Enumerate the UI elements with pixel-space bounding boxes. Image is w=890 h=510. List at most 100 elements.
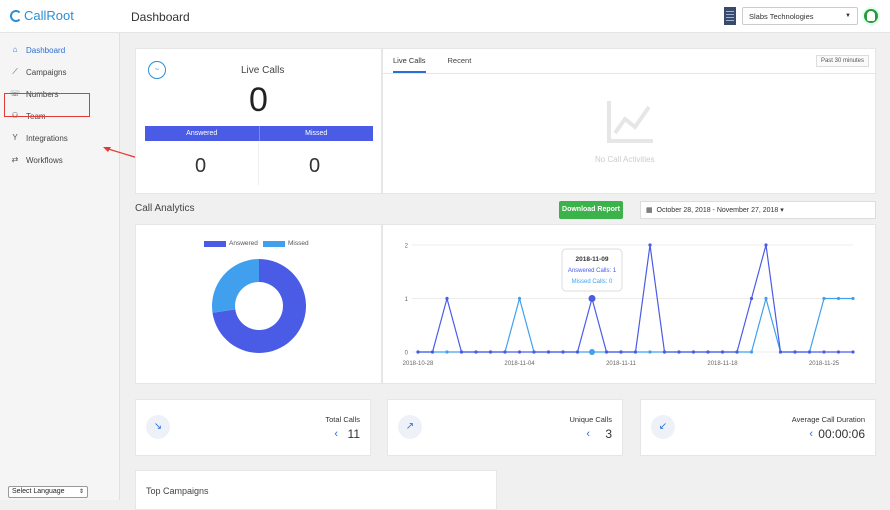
sidebar-item-campaigns[interactable]: ⟋ Campaigns [0,61,119,83]
x-tick-label: 2018-10-28 [403,361,434,367]
language-select-label: Select Language [12,488,65,495]
data-point[interactable] [749,350,754,354]
user-icon [867,11,875,21]
language-select[interactable]: Select Language ⇕ [8,486,88,498]
data-point[interactable] [720,350,725,354]
top-bar: CallRoot Dashboard Slabs Technologies ▼ [0,0,890,33]
data-point[interactable] [836,350,841,354]
data-point[interactable] [822,296,826,301]
data-point[interactable] [735,350,739,354]
data-point[interactable] [503,350,507,354]
data-point[interactable] [459,350,464,354]
data-point[interactable] [807,350,812,354]
donut-card: Answered Missed [135,224,382,384]
sidebar-item-label: Integrations [26,133,68,143]
missed-count: 0 [309,155,321,177]
line-chart-icon: ⟋ [12,67,18,76]
integrations-highlight-box [4,93,90,117]
top-campaigns-card: Top Campaigns [135,470,497,510]
sidebar-item-label: Dashboard [26,45,66,55]
answered-label: Answered [145,126,260,141]
x-tick-label: 2018-11-18 [707,361,738,367]
avatar[interactable] [862,7,880,25]
data-point[interactable] [561,350,565,354]
tab-recent[interactable]: Recent [448,49,472,73]
data-point[interactable] [749,296,754,301]
page-title: Dashboard [131,10,190,24]
data-point[interactable] [662,350,667,354]
data-point[interactable] [706,350,710,354]
top-campaigns-title: Top Campaigns [146,486,209,496]
data-point[interactable] [677,350,681,354]
chevron-left-icon[interactable]: ‹ [586,428,590,440]
data-point[interactable] [648,243,652,247]
data-point[interactable] [836,296,841,301]
divider [258,143,259,185]
phone-callback-icon: ↙ [651,415,675,439]
stat-title: Unique Calls [569,415,612,424]
empty-chart-icon [607,101,653,143]
data-point[interactable] [517,296,522,301]
data-point[interactable] [416,350,420,354]
highlighted-point[interactable] [588,295,596,302]
highlighted-point[interactable] [589,349,595,355]
data-point[interactable] [445,296,449,301]
data-point[interactable] [488,350,493,354]
data-point[interactable] [517,350,522,354]
caret-down-icon: ▾ [780,207,784,214]
series-line-missed-calls [418,296,853,353]
donut-slice-missed[interactable] [212,259,259,313]
stat-value: 11 [347,427,360,441]
tooltip-text: Missed Calls: 0 [572,279,613,285]
date-range-picker[interactable]: ▦ October 28, 2018 - November 27, 2018 ▾ [640,201,876,219]
logo-icon [10,9,22,22]
data-point[interactable] [604,350,609,354]
phone-forward-icon: ↗ [398,415,422,439]
answered-missed-bar: Answered Missed [145,126,373,141]
data-point[interactable] [764,243,768,247]
org-select[interactable]: Slabs Technologies ▼ [742,7,858,25]
stat-card-average-duration: ↙ Average Call Duration ‹ 00:00:06 [640,399,876,456]
sidebar-item-label: Workflows [26,155,63,165]
y-tick-label: 0 [405,351,409,357]
data-point[interactable] [575,350,580,354]
data-point[interactable] [546,350,551,354]
download-report-button[interactable]: Download Report [559,201,623,219]
org-switcher: Slabs Technologies ▼ [724,7,858,25]
fork-icon: Y [12,133,18,142]
data-point[interactable] [445,350,449,354]
data-point[interactable] [851,296,855,301]
data-point[interactable] [430,350,435,354]
data-point[interactable] [619,350,623,354]
donut-chart [212,259,306,353]
data-point[interactable] [633,350,638,354]
x-tick-label: 2018-11-04 [504,361,535,367]
data-point[interactable] [778,350,783,354]
data-point[interactable] [764,296,768,301]
calendar-icon: ▦ [646,207,653,214]
stat-title: Average Call Duration [791,415,865,424]
missed-label: Missed [305,130,328,137]
analytics-title: Call Analytics [135,203,195,214]
data-point[interactable] [851,350,855,354]
stepper-icon: ⇕ [78,489,84,495]
line-chart: 0 1 2 2018-10-28 2018-11-04 2018-11-11 2018-11… [403,243,855,367]
chevron-left-icon[interactable]: ‹ [334,428,338,440]
chevron-left-icon[interactable]: ‹ [809,428,813,440]
tab-live-calls[interactable]: Live Calls [393,49,426,73]
logo[interactable]: CallRoot [10,8,74,23]
live-calls-count: 0 [249,81,268,119]
building-icon [724,7,736,25]
empty-text: No Call Activities [595,155,655,164]
data-point[interactable] [532,350,536,354]
period-badge[interactable]: Past 30 minutes [815,55,869,67]
data-point[interactable] [648,350,652,354]
data-point[interactable] [793,350,797,354]
data-point[interactable] [822,350,826,354]
sidebar-item-dashboard[interactable]: ⌂ Dashboard [0,39,119,61]
data-point[interactable] [691,350,696,354]
data-point[interactable] [474,350,478,354]
pulse-icon: ~ [148,61,166,79]
live-calls-title: Live Calls [241,65,285,76]
home-icon: ⌂ [12,45,18,54]
